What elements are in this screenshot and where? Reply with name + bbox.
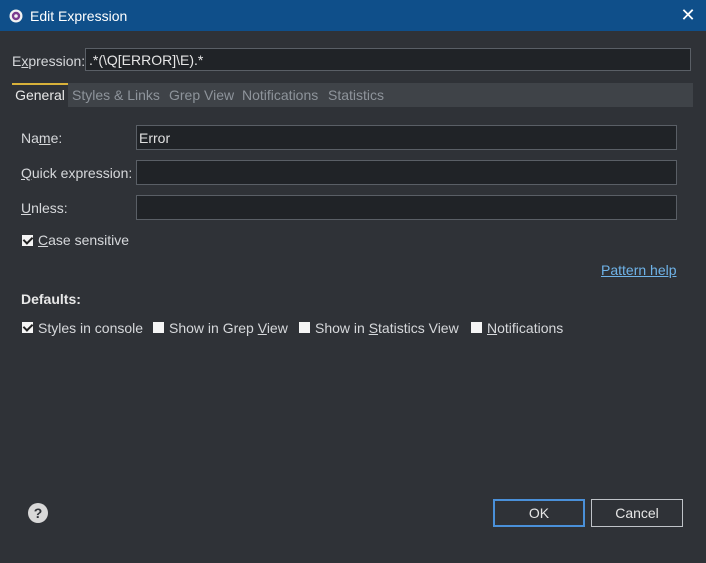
ok-button[interactable]: OK	[493, 499, 585, 527]
notifications-checkbox[interactable]	[471, 322, 482, 333]
unless-label: Unless:	[21, 200, 68, 216]
name-input[interactable]	[136, 125, 677, 150]
show-in-grep-view-checkbox[interactable]	[153, 322, 164, 333]
close-icon[interactable]: ✕	[680, 6, 696, 24]
styles-in-console-checkbox[interactable]	[22, 322, 33, 333]
name-label: Name:	[21, 130, 63, 146]
help-icon[interactable]: ?	[28, 503, 48, 523]
show-in-statistics-view-label: Show in Statistics View	[315, 320, 459, 336]
styles-in-console-label: Styles in console	[38, 320, 144, 336]
quick-expression-input[interactable]	[136, 160, 677, 185]
case-sensitive-label: Case sensitive	[38, 232, 130, 248]
tab-styles-links[interactable]: Styles & Links	[72, 83, 160, 107]
unless-input[interactable]	[136, 195, 677, 220]
quick-expression-label: Quick expression:	[21, 165, 133, 181]
tab-notifications[interactable]: Notifications	[242, 83, 318, 107]
tab-statistics[interactable]: Statistics	[328, 83, 384, 107]
pattern-help-link[interactable]: Pattern help	[601, 262, 677, 278]
tab-general[interactable]: General	[12, 83, 68, 107]
tab-bar: General Styles & Links Grep View Notific…	[12, 83, 693, 107]
defaults-heading: Defaults:	[21, 291, 81, 307]
title-bar: Edit Expression ✕	[0, 0, 706, 31]
show-in-grep-view-label: Show in Grep View	[169, 320, 288, 336]
tab-grep-view[interactable]: Grep View	[169, 83, 234, 107]
notifications-label: Notifications	[487, 320, 564, 336]
cancel-button[interactable]: Cancel	[591, 499, 683, 527]
app-gear-icon	[9, 9, 23, 23]
expression-input[interactable]	[85, 48, 691, 71]
case-sensitive-checkbox[interactable]	[22, 235, 33, 246]
show-in-statistics-view-checkbox[interactable]	[299, 322, 310, 333]
window-title: Edit Expression	[30, 8, 128, 24]
expression-label: Expression:	[12, 53, 86, 69]
